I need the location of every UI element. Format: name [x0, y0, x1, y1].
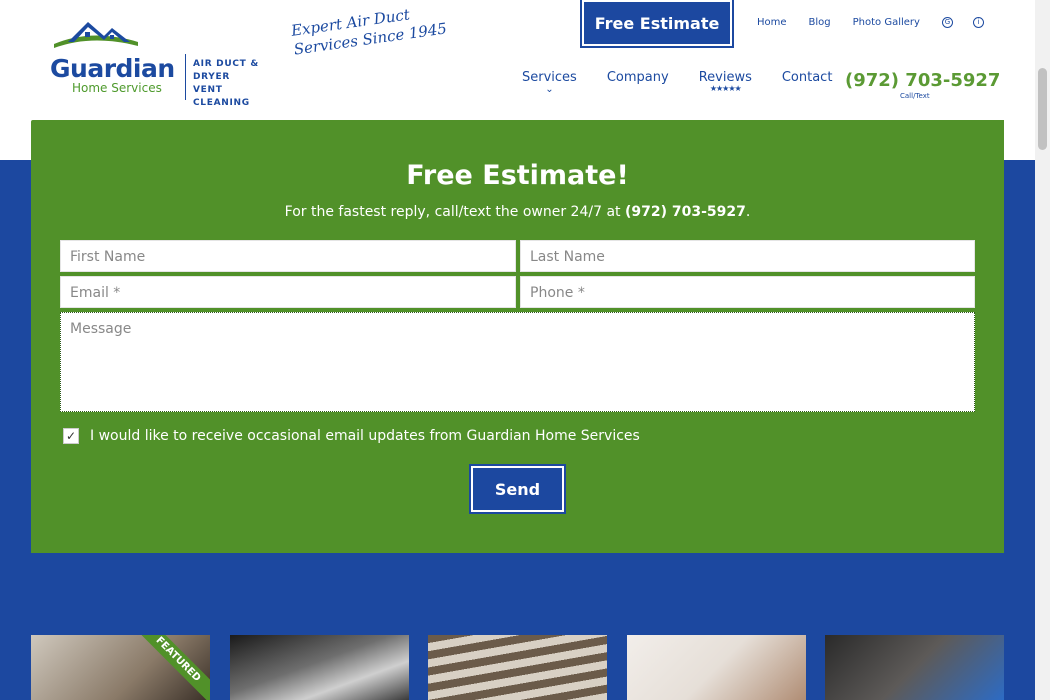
service-card-5[interactable]	[825, 635, 1004, 700]
nav-contact[interactable]: Contact	[782, 70, 833, 94]
nav-company[interactable]: Company	[607, 70, 669, 94]
logo-name: Guardian	[50, 54, 175, 83]
featured-ribbon: FEATURED	[129, 635, 210, 700]
nav-photo-gallery-link[interactable]: Photo Gallery	[853, 17, 920, 28]
header-phone-caption: Call/Text	[900, 92, 930, 100]
scrollbar[interactable]	[1035, 0, 1050, 700]
nav-services[interactable]: Services ⌄	[522, 70, 577, 95]
nav-reviews[interactable]: Reviews ★★★★★	[699, 70, 752, 94]
logo-tagline: AIR DUCT & DRYER VENT CLEANING	[193, 59, 259, 108]
service-card-2[interactable]	[230, 635, 409, 700]
estimate-form-panel: Free Estimate! For the fastest reply, ca…	[31, 120, 1004, 553]
form-title: Free Estimate!	[406, 160, 629, 191]
service-card-4[interactable]	[627, 635, 806, 700]
form-phone[interactable]: (972) 703-5927	[625, 204, 746, 220]
email-consent: ✓ I would like to receive occasional ema…	[63, 428, 640, 444]
form-subtitle: For the fastest reply, call/text the own…	[284, 204, 751, 220]
logo[interactable]: Guardian Home Services AIR DUCT & DRYER …	[50, 18, 260, 108]
stars-icon: ★★★★★	[709, 84, 742, 93]
chevron-down-icon: ⌄	[545, 84, 554, 95]
since-1945-tagline: Expert Air Duct Services Since 1945	[290, 5, 448, 59]
logo-subtitle: Home Services	[72, 81, 162, 95]
house-roof-icon	[54, 22, 138, 48]
main-nav: Services ⌄ Company Reviews ★★★★★ Contact	[522, 70, 862, 95]
free-estimate-button[interactable]: Free Estimate	[580, 0, 734, 48]
google-icon[interactable]: G	[941, 17, 953, 28]
logo-divider	[185, 54, 186, 100]
nav-blog-link[interactable]: Blog	[809, 17, 831, 28]
email-field[interactable]: Email *	[60, 276, 516, 308]
message-field[interactable]: Message	[60, 312, 975, 412]
consent-label: I would like to receive occasional email…	[90, 428, 640, 444]
send-button[interactable]: Send	[469, 464, 566, 514]
top-nav: Home Blog Photo Gallery G i	[757, 17, 1004, 28]
consent-checkbox[interactable]: ✓	[63, 428, 79, 444]
header-phone[interactable]: (972) 703-5927	[845, 70, 1000, 91]
first-name-field[interactable]: First Name	[60, 240, 516, 272]
service-card-1[interactable]: FEATURED	[31, 635, 210, 700]
scrollbar-thumb[interactable]	[1038, 68, 1047, 150]
nav-home-link[interactable]: Home	[757, 17, 787, 28]
service-card-3[interactable]	[428, 635, 607, 700]
info-icon[interactable]: i	[972, 17, 984, 28]
last-name-field[interactable]: Last Name	[520, 240, 975, 272]
phone-field[interactable]: Phone *	[520, 276, 975, 308]
